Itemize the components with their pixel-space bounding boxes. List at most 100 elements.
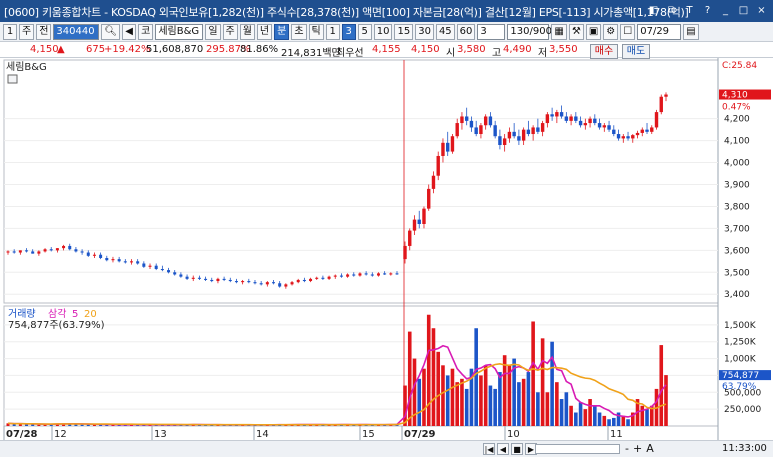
- candle-body: [502, 138, 507, 145]
- candle-body: [531, 127, 535, 135]
- candle-body: [659, 96, 663, 113]
- volume-bar: [403, 385, 407, 426]
- minute-5-button[interactable]: 5: [357, 23, 372, 40]
- candle-body: [123, 261, 127, 263]
- date-input[interactable]: 07/29: [637, 23, 682, 40]
- volume-bar: [536, 392, 540, 426]
- minimize-icon[interactable]: _: [718, 3, 733, 18]
- type-select[interactable]: 주: [19, 23, 35, 40]
- chart-stock-label: 세림B&G: [6, 61, 47, 73]
- all-select[interactable]: 전: [36, 23, 52, 40]
- candle-body: [460, 116, 464, 124]
- period-day-button[interactable]: 일: [205, 23, 221, 40]
- price-change-pct: +19.42%: [104, 44, 151, 55]
- volume-bar: [488, 385, 493, 426]
- volume-tick-label: 1,000K: [724, 355, 757, 365]
- price-tick-label: 3,600: [724, 246, 750, 256]
- volume-tick-label: 1,500K: [724, 321, 757, 331]
- zoom-in-icon[interactable]: +: [633, 442, 642, 455]
- count-input[interactable]: 130/900: [507, 23, 552, 40]
- minute-15-button[interactable]: 15: [394, 23, 414, 40]
- buy-button[interactable]: 매수: [590, 44, 618, 59]
- candle-body: [455, 123, 459, 137]
- calendar-icon[interactable]: ▤: [683, 23, 699, 40]
- minute-1-button[interactable]: 1: [325, 23, 340, 40]
- stock-name-field[interactable]: 세림B&G: [155, 23, 204, 40]
- candle-body: [222, 278, 226, 280]
- candle-body: [315, 277, 319, 279]
- volume-bar: [450, 368, 455, 426]
- candle-body: [80, 251, 84, 253]
- font-size-icon[interactable]: A: [646, 442, 654, 455]
- price-chart[interactable]: 4,200 4,100 4,000 3,900 3,800 3,700 3,600 3,500…: [0, 58, 773, 440]
- interval-select[interactable]: 3: [477, 23, 506, 40]
- period-week-button[interactable]: 주: [222, 23, 238, 40]
- tools-icon[interactable]: ⚒: [568, 23, 584, 40]
- layout-icon[interactable]: ◧: [646, 3, 661, 18]
- volume-bar: [474, 328, 478, 426]
- volume-bar: [626, 419, 630, 426]
- first-icon[interactable]: |◀: [483, 443, 495, 455]
- grid-icon[interactable]: ▦: [551, 23, 567, 40]
- x-tick-label: 14: [256, 429, 269, 440]
- save-icon[interactable]: ▣: [585, 23, 602, 40]
- candle-body: [247, 281, 251, 283]
- high-price: 4,490: [503, 44, 532, 55]
- zoom-out-icon[interactable]: -: [625, 442, 629, 455]
- minute-3-button[interactable]: 3: [341, 23, 356, 40]
- candle-body: [31, 251, 35, 254]
- gear-icon[interactable]: ⚙: [603, 23, 619, 40]
- volume-legend-ma20: 20: [84, 309, 97, 320]
- volume-bar: [479, 375, 483, 426]
- close-icon[interactable]: ×: [754, 3, 769, 18]
- sell-button[interactable]: 매도: [622, 44, 650, 59]
- candle-body: [474, 127, 478, 135]
- candle-body: [540, 123, 545, 132]
- minute-45-button[interactable]: 45: [435, 23, 455, 40]
- trade-amount: 214,831백만: [281, 48, 341, 59]
- x-tick-label: 10: [507, 429, 520, 440]
- period-year-button[interactable]: 년: [256, 23, 273, 40]
- tab-index-select[interactable]: 1: [3, 23, 17, 40]
- text-icon[interactable]: T: [682, 3, 697, 18]
- minute-60-button[interactable]: 60: [456, 23, 476, 40]
- candle-body: [216, 278, 220, 282]
- minute-30-button[interactable]: 30: [415, 23, 434, 40]
- volume-bar: [593, 405, 597, 426]
- period-month-button[interactable]: 월: [239, 23, 255, 40]
- search-icon[interactable]: 🔍︎: [101, 23, 121, 40]
- candle-body: [469, 120, 474, 128]
- candle-body: [479, 125, 483, 135]
- chart-scrollbar[interactable]: [535, 444, 620, 454]
- volume-bar: [498, 372, 502, 426]
- stock-code-input[interactable]: 340440: [53, 23, 100, 40]
- volume-bar: [564, 392, 569, 426]
- period-second-button[interactable]: 초: [291, 23, 307, 40]
- trade-volume: 51,608,870: [146, 44, 204, 55]
- volume-bar: [597, 412, 602, 426]
- prev-icon[interactable]: ◀: [497, 443, 509, 455]
- volume-bar: [417, 378, 422, 426]
- name-prefix-button[interactable]: 코: [138, 23, 154, 40]
- restore-icon[interactable]: ⧉: [664, 3, 679, 18]
- checkbox-icon[interactable]: ☐: [620, 23, 636, 40]
- speaker-icon[interactable]: ◀: [122, 23, 137, 40]
- candle-body: [99, 254, 103, 259]
- stop-icon[interactable]: ■: [511, 443, 523, 455]
- low-label: 저: [538, 48, 548, 59]
- current-pct-label: 0.47%: [722, 103, 751, 113]
- volume-bar: [588, 399, 592, 426]
- volume-bar: [460, 378, 464, 426]
- candle-body: [129, 261, 133, 263]
- candle-body: [364, 273, 368, 275]
- maximize-icon[interactable]: □: [736, 3, 751, 18]
- candle-body: [607, 125, 611, 130]
- candle-body: [621, 136, 625, 139]
- period-minute-button[interactable]: 분: [274, 23, 290, 40]
- candle-body: [167, 270, 171, 273]
- candle-body: [321, 277, 325, 279]
- minute-10-button[interactable]: 10: [373, 23, 393, 40]
- period-tick-button[interactable]: 틱: [308, 23, 324, 40]
- help-icon[interactable]: ?: [700, 3, 715, 18]
- candle-body: [376, 273, 380, 276]
